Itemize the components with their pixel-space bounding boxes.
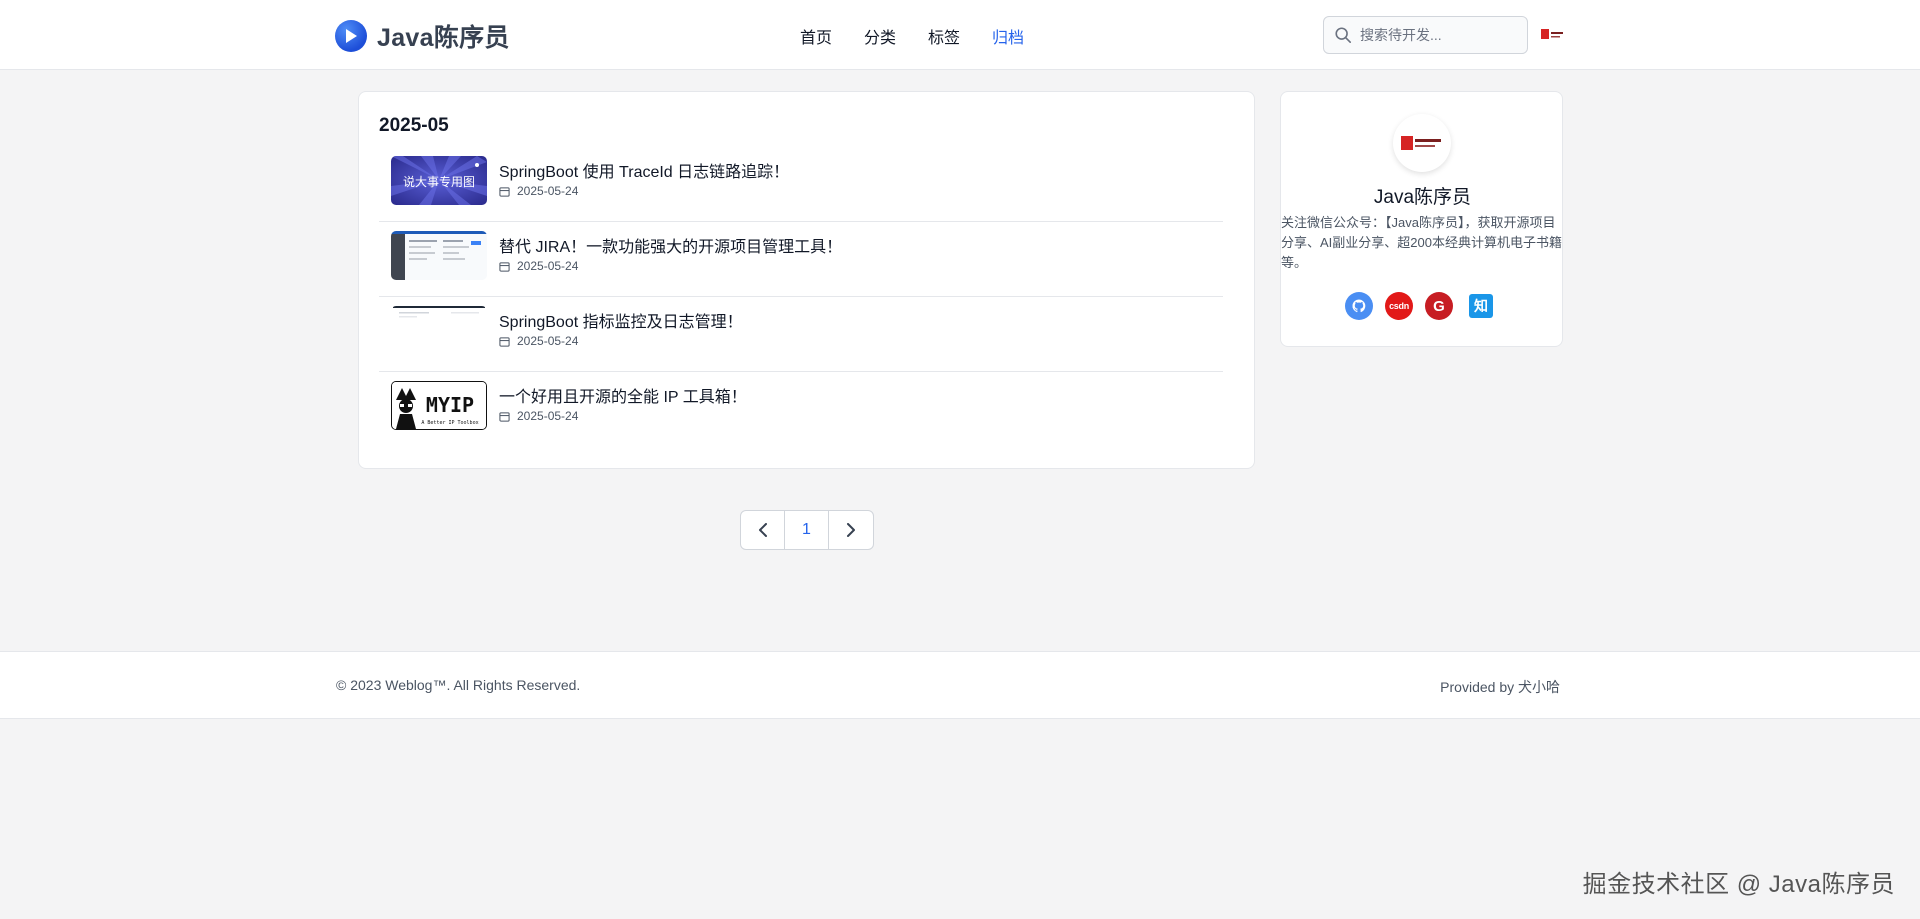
pagination: 1 xyxy=(740,510,874,550)
calendar-icon xyxy=(499,411,510,422)
site-header: Java陈序员 首页 分类 标签 归档 xyxy=(0,0,1920,70)
thumbnail-caption: 说大事专用图 xyxy=(403,174,475,189)
thumbnail-subcaption: A Better IP Toolbox xyxy=(421,420,478,426)
post-date: 2025-05-24 xyxy=(499,409,578,423)
page-number-button[interactable]: 1 xyxy=(785,511,829,549)
footer-provided-by[interactable]: Provided by 犬小哈 xyxy=(1440,677,1560,697)
post-item[interactable]: SpringBoot 指标监控及日志管理！ 2025-05-24 xyxy=(379,297,1223,372)
profile-description: 关注微信公众号：【Java陈序员】，获取开源项目分享、AI副业分享、超200本经… xyxy=(1281,215,1562,270)
watermark: 掘金技术社区 @ Java陈序员 xyxy=(1582,871,1895,898)
social-links: csdn G 知 xyxy=(1345,292,1493,320)
post-title[interactable]: 替代 JIRA！一款功能强大的开源项目管理工具！ xyxy=(499,233,842,257)
user-avatar[interactable] xyxy=(1541,27,1565,41)
search-icon xyxy=(1335,27,1352,44)
nav-category[interactable]: 分类 xyxy=(864,24,896,48)
chevron-right-icon xyxy=(847,523,855,537)
next-page-button[interactable] xyxy=(829,511,873,549)
logo-text: Java陈序员 xyxy=(377,24,510,52)
profile-name: Java陈序员 xyxy=(1373,187,1472,208)
post-title[interactable]: SpringBoot 使用 TraceId 日志链路追踪！ xyxy=(499,158,789,182)
nav-home[interactable]: 首页 xyxy=(800,24,832,48)
post-item[interactable]: 说大事专用图 SpringBoot 使用 TraceId 日志链路追踪！ 202… xyxy=(379,147,1223,222)
profile-avatar[interactable] xyxy=(1393,114,1451,172)
post-title[interactable]: SpringBoot 指标监控及日志管理！ xyxy=(499,308,743,332)
search-input[interactable] xyxy=(1360,27,1510,43)
github-icon[interactable] xyxy=(1345,292,1373,320)
search-box[interactable] xyxy=(1323,16,1528,54)
calendar-icon xyxy=(499,186,510,197)
post-title[interactable]: 一个好用且开源的全能 IP 工具箱！ xyxy=(499,383,747,407)
calendar-icon xyxy=(499,261,510,272)
post-date: 2025-05-24 xyxy=(499,259,578,273)
post-thumbnail[interactable] xyxy=(391,231,487,280)
post-thumbnail[interactable]: MYIP A Better IP Toolbox xyxy=(391,381,487,430)
post-item[interactable]: 替代 JIRA！一款功能强大的开源项目管理工具！ 2025-05-24 xyxy=(379,222,1223,297)
archive-month-title: 2025-05 xyxy=(379,115,449,136)
post-date: 2025-05-24 xyxy=(499,184,578,198)
main-nav: 首页 分类 标签 归档 xyxy=(800,24,1024,48)
prev-page-button[interactable] xyxy=(741,511,785,549)
thumbnail-caption: MYIP xyxy=(426,393,474,417)
play-logo-icon xyxy=(335,20,367,52)
profile-card: Java陈序员 关注微信公众号：【Java陈序员】，获取开源项目分享、AI副业分… xyxy=(1280,91,1563,347)
post-thumbnail[interactable] xyxy=(391,306,487,355)
gitee-icon[interactable]: G xyxy=(1425,292,1453,320)
calendar-icon xyxy=(499,336,510,347)
post-list: 说大事专用图 SpringBoot 使用 TraceId 日志链路追踪！ 202… xyxy=(379,147,1223,447)
post-item[interactable]: MYIP A Better IP Toolbox 一个好用且开源的全能 IP 工… xyxy=(379,372,1223,447)
site-footer: © 2023 Weblog™. All Rights Reserved. Pro… xyxy=(0,651,1920,719)
nav-tags[interactable]: 标签 xyxy=(928,24,960,48)
nav-archive[interactable]: 归档 xyxy=(992,24,1024,48)
site-logo[interactable]: Java陈序员 xyxy=(335,18,510,54)
post-thumbnail[interactable]: 说大事专用图 xyxy=(391,156,487,205)
zhihu-icon[interactable]: 知 xyxy=(1469,294,1493,318)
archive-card: 2025-05 说大事专用图 SpringBoot 使用 TraceId 日志链… xyxy=(358,91,1255,469)
chevron-left-icon xyxy=(758,523,767,537)
post-date: 2025-05-24 xyxy=(499,334,578,348)
csdn-icon[interactable]: csdn xyxy=(1385,292,1413,320)
footer-copyright: © 2023 Weblog™. All Rights Reserved. xyxy=(336,677,581,693)
